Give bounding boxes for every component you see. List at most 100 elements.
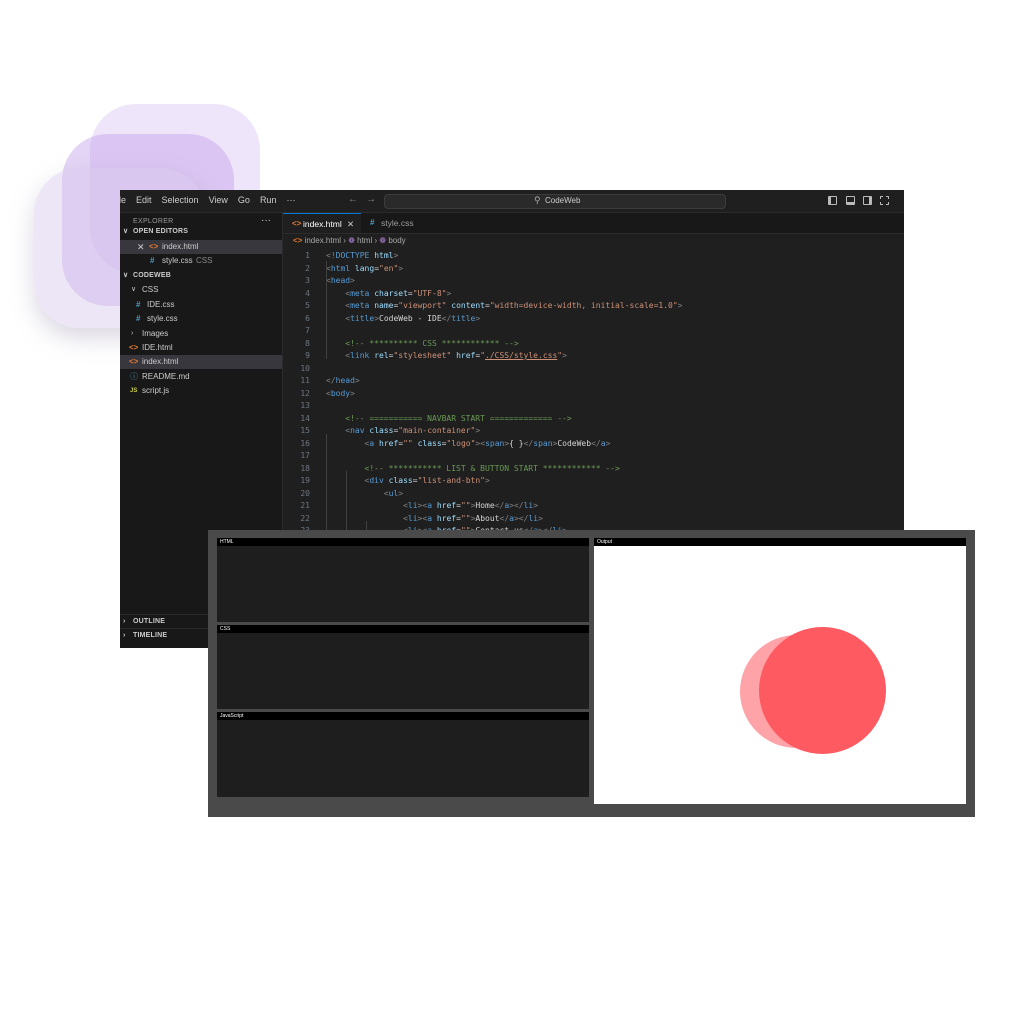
line-number: 14 bbox=[300, 413, 310, 423]
html-panel[interactable]: HTML bbox=[217, 538, 589, 622]
info-icon: ⓘ bbox=[130, 372, 138, 381]
tree-item-label: index.html bbox=[142, 357, 179, 366]
code-line[interactable]: 4 <meta charset="UTF-8"> bbox=[283, 288, 904, 301]
html-file-icon: <> bbox=[293, 236, 303, 245]
code-line[interactable]: 13 bbox=[283, 400, 904, 413]
tree-item-label: Images bbox=[142, 329, 169, 338]
tree-item-folder[interactable]: › Images bbox=[120, 327, 282, 341]
timeline-label: TIMELINE bbox=[133, 632, 168, 639]
code-text: </head> bbox=[326, 376, 360, 385]
code-line[interactable]: 6 <title>CodeWeb - IDE</title> bbox=[283, 313, 904, 326]
toggle-secondary-sidebar-icon[interactable] bbox=[863, 196, 872, 205]
code-text: <head> bbox=[326, 276, 355, 285]
tree-item-folder[interactable]: ∨ CSS bbox=[120, 283, 282, 297]
open-editor-item[interactable]: ✕ <> index.html bbox=[120, 240, 282, 254]
tree-item-label: IDE.css bbox=[147, 300, 175, 309]
explorer-title: EXPLORER bbox=[133, 218, 174, 225]
css-panel-label: CSS bbox=[217, 625, 589, 633]
css-file-icon: # bbox=[136, 300, 141, 309]
menu-edit[interactable]: Edit bbox=[136, 195, 152, 205]
tree-item[interactable]: # style.css bbox=[120, 312, 282, 326]
line-number: 20 bbox=[300, 488, 310, 498]
code-text: <!DOCTYPE html> bbox=[326, 251, 399, 260]
code-line[interactable]: 19 <div class="list-and-btn"> bbox=[283, 475, 904, 488]
command-search-box[interactable]: ⚲ CodeWeb bbox=[384, 194, 726, 209]
menu-view[interactable]: View bbox=[209, 195, 228, 205]
javascript-panel[interactable]: JavaScript bbox=[217, 712, 589, 797]
tab-index-html[interactable]: <> index.html ✕ bbox=[283, 213, 361, 233]
customize-layout-icon[interactable] bbox=[880, 196, 889, 205]
html-file-icon: <> bbox=[292, 219, 302, 228]
close-icon[interactable]: ✕ bbox=[137, 240, 145, 254]
forward-arrow-icon[interactable]: → bbox=[366, 194, 376, 205]
tree-item-active[interactable]: <> index.html bbox=[120, 355, 282, 369]
code-line[interactable]: 5 <meta name="viewport" content="width=d… bbox=[283, 300, 904, 313]
menu-run[interactable]: Run bbox=[260, 195, 277, 205]
code-line[interactable]: 15 <nav class="main-container"> bbox=[283, 425, 904, 438]
code-line[interactable]: 2 <html lang="en"> bbox=[283, 263, 904, 276]
tree-item[interactable]: <> IDE.html bbox=[120, 341, 282, 355]
open-editors-label: OPEN EDITORS bbox=[133, 228, 189, 235]
code-line[interactable]: 18 <!-- *********** LIST & BUTTON START … bbox=[283, 463, 904, 476]
menu-go[interactable]: Go bbox=[238, 195, 250, 205]
code-text: <nav class="main-container"> bbox=[345, 426, 481, 435]
line-number: 1 bbox=[305, 251, 310, 260]
code-line[interactable]: 7 bbox=[283, 325, 904, 338]
chevron-right-icon: › bbox=[123, 618, 126, 625]
project-section[interactable]: ∨ CODEWEB bbox=[120, 269, 282, 283]
open-editor-name: style.css bbox=[162, 256, 193, 265]
code-line[interactable]: 1 <!DOCTYPE html> bbox=[283, 250, 904, 263]
close-icon[interactable]: ✕ bbox=[347, 214, 354, 234]
code-text: <a href="" class="logo"><span>{ }</span>… bbox=[364, 438, 611, 448]
code-line[interactable]: 20 <ul> bbox=[283, 488, 904, 501]
line-number: 10 bbox=[300, 363, 310, 373]
tree-item[interactable]: JS script.js bbox=[120, 384, 282, 398]
css-panel[interactable]: CSS bbox=[217, 625, 589, 709]
back-arrow-icon[interactable]: ← bbox=[348, 194, 358, 205]
css-file-icon: # bbox=[370, 218, 375, 227]
code-line[interactable]: 10 bbox=[283, 363, 904, 376]
tab-style-css[interactable]: # style.css bbox=[362, 213, 442, 233]
breadcrumb-item[interactable]: html bbox=[357, 236, 372, 245]
toggle-panel-icon[interactable] bbox=[846, 196, 855, 205]
open-editor-item[interactable]: # style.css CSS bbox=[120, 254, 282, 268]
tree-item-label: style.css bbox=[147, 314, 178, 323]
search-text: CodeWeb bbox=[545, 196, 581, 205]
line-number: 16 bbox=[300, 438, 310, 448]
editor-tabs: <> index.html ✕ # style.css bbox=[283, 213, 904, 234]
line-number: 6 bbox=[305, 313, 310, 323]
menu-file[interactable]: ile bbox=[120, 195, 126, 205]
tree-item[interactable]: ⓘ README.md bbox=[120, 370, 282, 384]
code-text: <meta charset="UTF-8"> bbox=[345, 288, 452, 298]
menu-selection[interactable]: Selection bbox=[162, 195, 199, 205]
code-line[interactable]: 3 <head> bbox=[283, 275, 904, 288]
tree-item-label: README.md bbox=[142, 372, 190, 381]
code-line[interactable]: 9 <link rel="stylesheet" href="./CSS/sty… bbox=[283, 350, 904, 363]
open-editor-hint: CSS bbox=[196, 256, 213, 265]
tree-item-label: IDE.html bbox=[142, 343, 173, 352]
code-line[interactable]: 16 <a href="" class="logo"><span>{ }</sp… bbox=[283, 438, 904, 451]
breadcrumb-item[interactable]: body bbox=[388, 236, 405, 245]
toggle-sidebar-icon[interactable] bbox=[828, 196, 837, 205]
code-line[interactable]: 21 <li><a href="">Home</a></li> bbox=[283, 500, 904, 513]
line-number: 11 bbox=[300, 376, 310, 385]
code-line[interactable]: 14 <!-- =========== NAVBAR START =======… bbox=[283, 413, 904, 426]
code-text: <link rel="stylesheet" href="./CSS/style… bbox=[345, 351, 567, 360]
code-line[interactable]: 11 </head> bbox=[283, 375, 904, 388]
open-editors-section[interactable]: ∨ OPEN EDITORS bbox=[120, 225, 282, 239]
tree-item[interactable]: # IDE.css bbox=[120, 298, 282, 312]
code-line[interactable]: 17 bbox=[283, 450, 904, 463]
tab-label: style.css bbox=[381, 218, 414, 228]
html-panel-label: HTML bbox=[217, 538, 589, 546]
line-number: 12 bbox=[300, 388, 310, 398]
output-panel-label: Output bbox=[594, 538, 966, 546]
line-number: 21 bbox=[300, 501, 310, 510]
code-line[interactable]: 12 <body> bbox=[283, 388, 904, 401]
line-number: 7 bbox=[305, 326, 310, 335]
html-file-icon: <> bbox=[129, 343, 139, 352]
breadcrumb-item[interactable]: index.html bbox=[305, 236, 341, 245]
code-line[interactable]: 22 <li><a href="">About</a></li> bbox=[283, 513, 904, 526]
html-file-icon: <> bbox=[129, 357, 139, 366]
code-line[interactable]: 8 <!-- ********** CSS ************ --> bbox=[283, 338, 904, 351]
menu-more[interactable]: ··· bbox=[286, 195, 295, 205]
